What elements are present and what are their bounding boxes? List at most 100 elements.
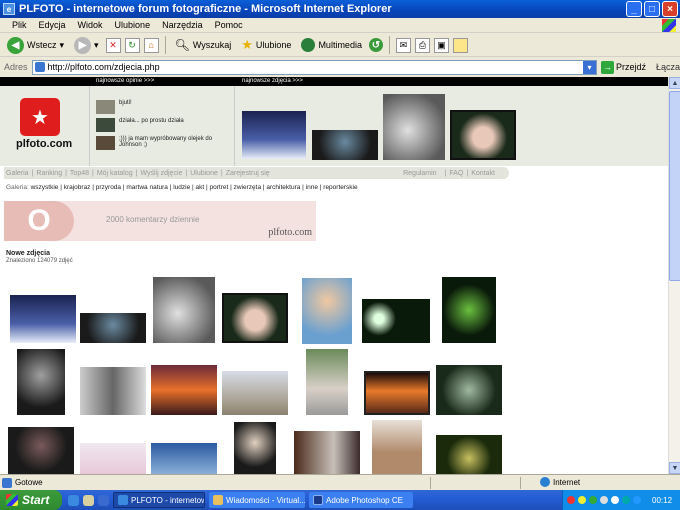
clock[interactable]: 00:12 <box>652 496 672 505</box>
nav-moj-katalog[interactable]: Mój katalog <box>97 170 133 177</box>
media-icon[interactable] <box>98 494 109 506</box>
photo-thumbnail[interactable] <box>151 443 217 474</box>
forward-dropdown-icon[interactable]: ▾ <box>94 40 99 51</box>
category-link[interactable]: przyroda <box>96 184 121 191</box>
photo-thumbnail[interactable] <box>372 420 422 474</box>
mail-icon[interactable]: ✉ <box>395 37 411 53</box>
nav-galeria[interactable]: Galeria <box>6 170 29 177</box>
photo-thumbnail[interactable] <box>17 349 65 415</box>
photo-thumbnail[interactable] <box>80 367 146 415</box>
category-link[interactable]: akt <box>196 184 205 191</box>
photo-thumbnail[interactable] <box>80 443 146 474</box>
menu-widok[interactable]: Widok <box>78 20 103 30</box>
edit-icon[interactable]: ▣ <box>433 37 449 53</box>
taskbar-item[interactable]: Adobe Photoshop CE <box>309 492 413 508</box>
category-link[interactable]: martwa natura <box>126 184 168 191</box>
search-button[interactable]: 🔍︎ Wyszukaj <box>172 37 235 53</box>
history-icon[interactable]: ↺ <box>368 38 383 52</box>
favorites-button[interactable]: ★ Ulubione <box>238 36 294 54</box>
tray-icon[interactable] <box>633 496 641 504</box>
nav-regulamin[interactable]: Regulamin <box>403 170 436 177</box>
desktop-icon[interactable] <box>83 494 94 506</box>
category-link[interactable]: zwierzęta <box>234 184 261 191</box>
menu-plik[interactable]: Plik <box>12 20 27 30</box>
photo-thumbnail[interactable] <box>436 435 502 474</box>
messenger-icon[interactable] <box>452 37 468 53</box>
photo-thumbnail[interactable] <box>294 431 360 474</box>
photo-thumbnail[interactable] <box>306 349 348 415</box>
tray-icon[interactable] <box>600 496 608 504</box>
network-icon[interactable] <box>622 496 630 504</box>
forward-button[interactable]: ▶ ▾ <box>71 36 102 55</box>
opinion-item[interactable]: bjuti! <box>96 100 231 114</box>
photo-thumbnail[interactable] <box>442 277 496 343</box>
multimedia-button[interactable]: Multimedia <box>298 37 365 53</box>
back-dropdown-icon[interactable]: ▾ <box>60 40 65 51</box>
category-link[interactable]: reporterskie <box>323 184 357 191</box>
links-button[interactable]: Łącza <box>656 62 680 72</box>
opinion-item[interactable]: działa... po prostu działa <box>96 118 231 132</box>
refresh-icon[interactable]: ↻ <box>124 37 140 53</box>
menu-narzedzia[interactable]: Narzędzia <box>162 20 203 30</box>
photo-thumbnail[interactable] <box>10 295 76 343</box>
menu-edycja[interactable]: Edycja <box>39 20 66 30</box>
opinion-item[interactable]: ;))) ja mam wypróbowany olejek do Johnso… <box>96 136 231 150</box>
category-link[interactable]: wszystkie <box>31 184 59 191</box>
menu-ulubione[interactable]: Ulubione <box>115 20 151 30</box>
nav-kontakt[interactable]: Kontakt <box>471 170 495 177</box>
logo-area[interactable]: ★ plfoto.com <box>0 86 90 166</box>
volume-icon[interactable] <box>611 496 619 504</box>
nav-top48[interactable]: Top48 <box>70 170 89 177</box>
category-link[interactable]: portret <box>210 184 229 191</box>
taskbar-item[interactable]: Wiadomości - Virtual... <box>209 492 305 508</box>
start-button[interactable]: Start <box>0 490 62 510</box>
taskbar-item[interactable]: PLFOTO - internetow... <box>113 492 205 508</box>
photo-thumbnail[interactable] <box>302 278 352 344</box>
vertical-scrollbar[interactable]: ▲ ▼ <box>668 77 680 474</box>
photo-thumbnail[interactable] <box>80 313 146 343</box>
category-link[interactable]: ludzie <box>173 184 190 191</box>
address-dropdown-icon[interactable]: ▾ <box>582 60 596 74</box>
address-input[interactable]: http://plfoto.com/zdjecia.php ▾ <box>31 59 597 75</box>
newest-opinions-link[interactable]: najnowsze opinie >>> <box>96 77 154 86</box>
category-link[interactable]: inne <box>306 184 318 191</box>
scroll-thumb[interactable] <box>669 91 680 281</box>
nav-ulubione[interactable]: Ulubione <box>190 170 218 177</box>
go-button[interactable]: → Przejdź <box>600 60 646 74</box>
photo-thumbnail[interactable] <box>151 365 217 415</box>
photo-thumbnail[interactable] <box>242 111 306 159</box>
category-link[interactable]: krajobraz <box>64 184 91 191</box>
photo-thumbnail[interactable] <box>436 365 502 415</box>
newest-photos-link[interactable]: najnowsze zdjęcia >>> <box>242 77 303 86</box>
tray-icon[interactable] <box>578 496 586 504</box>
ad-banner[interactable]: O 2000 komentarzy dziennie plfoto.com <box>4 201 316 241</box>
category-link[interactable]: architektura <box>266 184 300 191</box>
print-icon[interactable]: ⎙ <box>414 37 430 53</box>
home-icon[interactable]: ⌂ <box>143 37 159 53</box>
back-button[interactable]: ◀ Wstecz ▾ <box>4 36 67 55</box>
nav-ranking[interactable]: Ranking <box>36 170 62 177</box>
tray-icon[interactable] <box>567 496 575 504</box>
maximize-button[interactable]: □ <box>644 1 660 17</box>
photo-thumbnail[interactable] <box>8 427 74 474</box>
photo-thumbnail[interactable] <box>312 130 378 160</box>
minimize-button[interactable]: _ <box>626 1 642 17</box>
photo-thumbnail[interactable] <box>383 94 445 160</box>
photo-thumbnail[interactable] <box>222 293 288 343</box>
nav-faq[interactable]: FAQ <box>449 170 463 177</box>
scroll-down-icon[interactable]: ▼ <box>669 462 680 474</box>
photo-thumbnail[interactable] <box>362 299 430 343</box>
scroll-up-icon[interactable]: ▲ <box>669 77 680 89</box>
nav-zarejestruj[interactable]: Zarejestruj się <box>226 170 270 177</box>
nav-wyslij-zdjecie[interactable]: Wyślij zdjęcie <box>140 170 182 177</box>
photo-thumbnail[interactable] <box>364 371 430 415</box>
menu-pomoc[interactable]: Pomoc <box>215 20 243 30</box>
photo-thumbnail[interactable] <box>234 422 276 474</box>
photo-thumbnail[interactable] <box>450 110 516 160</box>
close-button[interactable]: × <box>662 1 678 17</box>
ie-quicklaunch-icon[interactable] <box>68 494 79 506</box>
photo-thumbnail[interactable] <box>222 371 288 415</box>
photo-thumbnail[interactable] <box>153 277 215 343</box>
stop-icon[interactable]: ✕ <box>105 37 121 53</box>
tray-icon[interactable] <box>589 496 597 504</box>
